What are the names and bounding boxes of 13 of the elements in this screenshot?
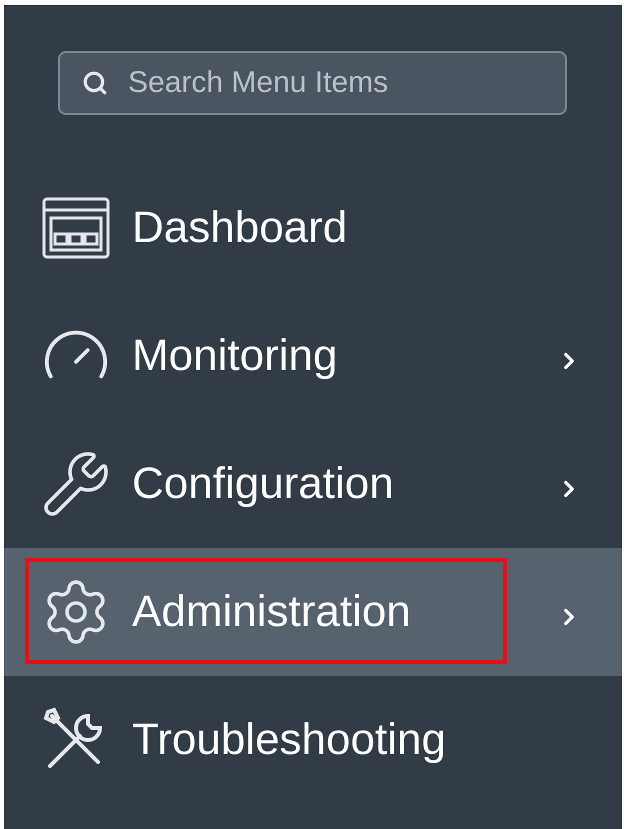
search-icon [82,70,108,96]
menu-label: Monitoring [132,330,338,382]
menu-label: Configuration [132,458,395,510]
search-field[interactable]: Search Menu Items [58,51,567,115]
menu-label: Troubleshooting [132,714,447,766]
menu-item[interactable]: Dashboard [4,164,622,292]
menu-label: Administration [132,586,412,638]
menu-item[interactable]: Troubleshooting [4,676,622,804]
menu-item[interactable]: Monitoring [4,292,622,420]
dashboard-icon [41,196,111,260]
menu-item[interactable]: Configuration [4,420,622,548]
menu-label: Dashboard [132,202,348,254]
menu-item[interactable]: Administration [4,548,622,676]
